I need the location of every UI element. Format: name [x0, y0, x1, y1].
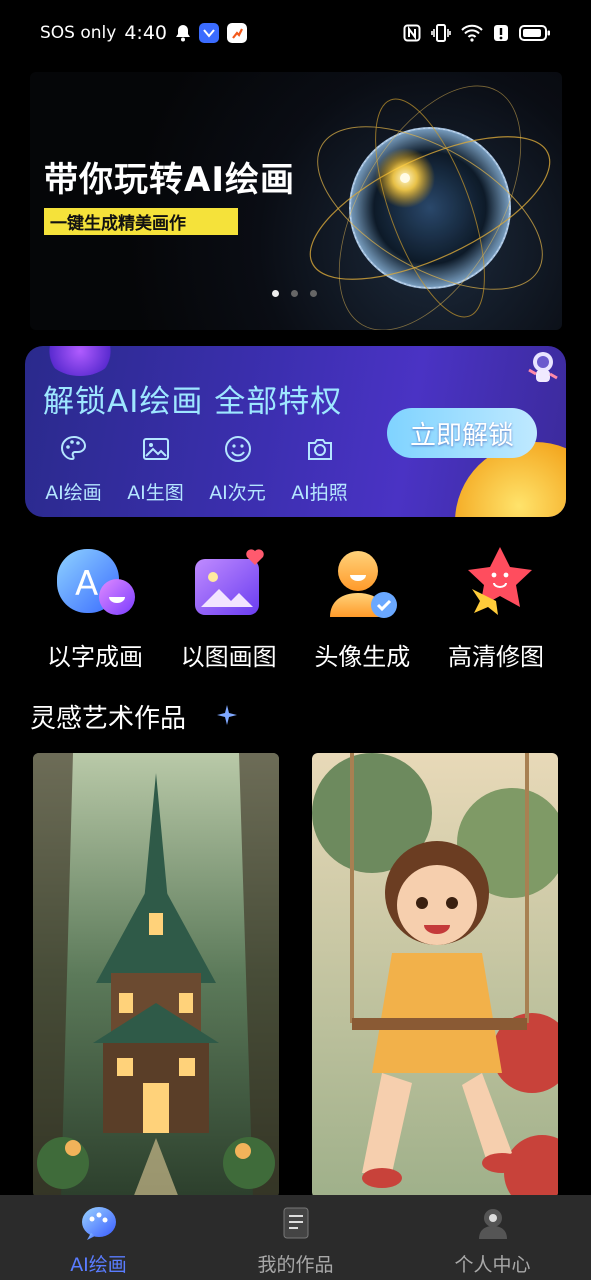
- avatar-generate-icon: [330, 551, 398, 618]
- artwork-card[interactable]: [312, 753, 558, 1198]
- hero-subtitle: 一键生成精美画作: [44, 208, 238, 235]
- profile-nav-icon: [478, 1209, 507, 1239]
- tool-label: 以图画图: [180, 643, 277, 671]
- unlock-title: 解锁AI绘画 全部特权: [43, 384, 343, 420]
- tool-text-to-image[interactable]: A 以字成画: [30, 545, 160, 672]
- wifi-icon: [461, 24, 483, 42]
- palette-icon: [60, 435, 86, 461]
- nav-label: 个人中心: [454, 1254, 531, 1276]
- carousel-dot-1[interactable]: [272, 290, 279, 297]
- perk-label: AI生图: [127, 482, 184, 504]
- image-to-image-icon: [194, 549, 264, 615]
- clock: 4:40: [124, 22, 167, 44]
- my-works-nav-icon: [283, 1207, 308, 1239]
- alert-icon: [493, 24, 509, 42]
- ai-paint-nav-icon: [81, 1207, 116, 1240]
- nav-profile[interactable]: 个人中心: [394, 1195, 591, 1280]
- status-bar: SOS only 4:40: [0, 0, 591, 66]
- tool-hd-retouch[interactable]: 高清修图: [431, 545, 561, 672]
- perk-ai-painting: AI绘画: [43, 434, 104, 505]
- battery-icon: [519, 24, 551, 42]
- perk-label: AI次元: [209, 482, 266, 504]
- camera-icon: [307, 439, 332, 460]
- tool-grid: A 以字成画 以图画图 头像生成 高清修图: [30, 545, 561, 672]
- carousel-dot-2[interactable]: [291, 290, 298, 297]
- tool-label: 以字成画: [47, 643, 143, 671]
- app-badge-orange-icon: [227, 23, 247, 43]
- unlock-privileges-card[interactable]: 解锁AI绘画 全部特权 立即解锁 AI绘画 AI生图 AI次元 AI拍照: [25, 346, 566, 517]
- perk-list: AI绘画 AI生图 AI次元 AI拍照: [43, 434, 350, 505]
- nav-label: 我的作品: [257, 1254, 334, 1276]
- astronaut-icon: [528, 352, 558, 382]
- carousel-dot-3[interactable]: [310, 290, 317, 297]
- section-title: 灵感艺术作品: [30, 704, 187, 734]
- sparkle-icon: [217, 705, 237, 725]
- perk-ai-image: AI生图: [125, 434, 186, 505]
- nav-my-works[interactable]: 我的作品: [197, 1195, 394, 1280]
- unlock-now-button[interactable]: 立即解锁: [387, 408, 537, 458]
- hero-banner[interactable]: 带你玩转AI绘画 一键生成精美画作: [30, 72, 562, 330]
- text-to-image-icon: A: [57, 549, 135, 615]
- tool-avatar-generate[interactable]: 头像生成: [297, 545, 427, 672]
- app-badge-blue-icon: [199, 23, 219, 43]
- artwork-gallery: [33, 753, 558, 1198]
- hd-retouch-icon: [467, 547, 532, 615]
- image-icon: [142, 438, 169, 460]
- nav-label: AI绘画: [70, 1254, 127, 1276]
- decor-blob: [45, 346, 115, 376]
- tool-image-to-image[interactable]: 以图画图: [164, 545, 294, 672]
- bottom-nav: AI绘画 我的作品 个人中心: [0, 1195, 591, 1280]
- carousel-dots[interactable]: [272, 290, 317, 297]
- forest-house-artwork: [33, 753, 279, 1198]
- carrier-text: SOS only: [40, 23, 117, 43]
- hero-title: 带你玩转AI绘画: [44, 160, 295, 200]
- nav-ai-paint[interactable]: AI绘画: [0, 1195, 197, 1280]
- tool-label: 头像生成: [314, 643, 411, 671]
- perk-ai-photo: AI拍照: [289, 434, 350, 505]
- perk-label: AI绘画: [45, 482, 102, 504]
- perk-ai-anime: AI次元: [207, 434, 268, 505]
- swing-girl-artwork: [312, 753, 558, 1198]
- smiley-icon: [224, 436, 251, 462]
- perk-label: AI拍照: [291, 482, 348, 504]
- nfc-icon: [403, 24, 421, 42]
- svg-text:A: A: [75, 564, 98, 604]
- bell-icon: [175, 24, 191, 42]
- vibrate-icon: [431, 24, 451, 42]
- tool-label: 高清修图: [447, 643, 544, 671]
- artwork-card[interactable]: [33, 753, 279, 1198]
